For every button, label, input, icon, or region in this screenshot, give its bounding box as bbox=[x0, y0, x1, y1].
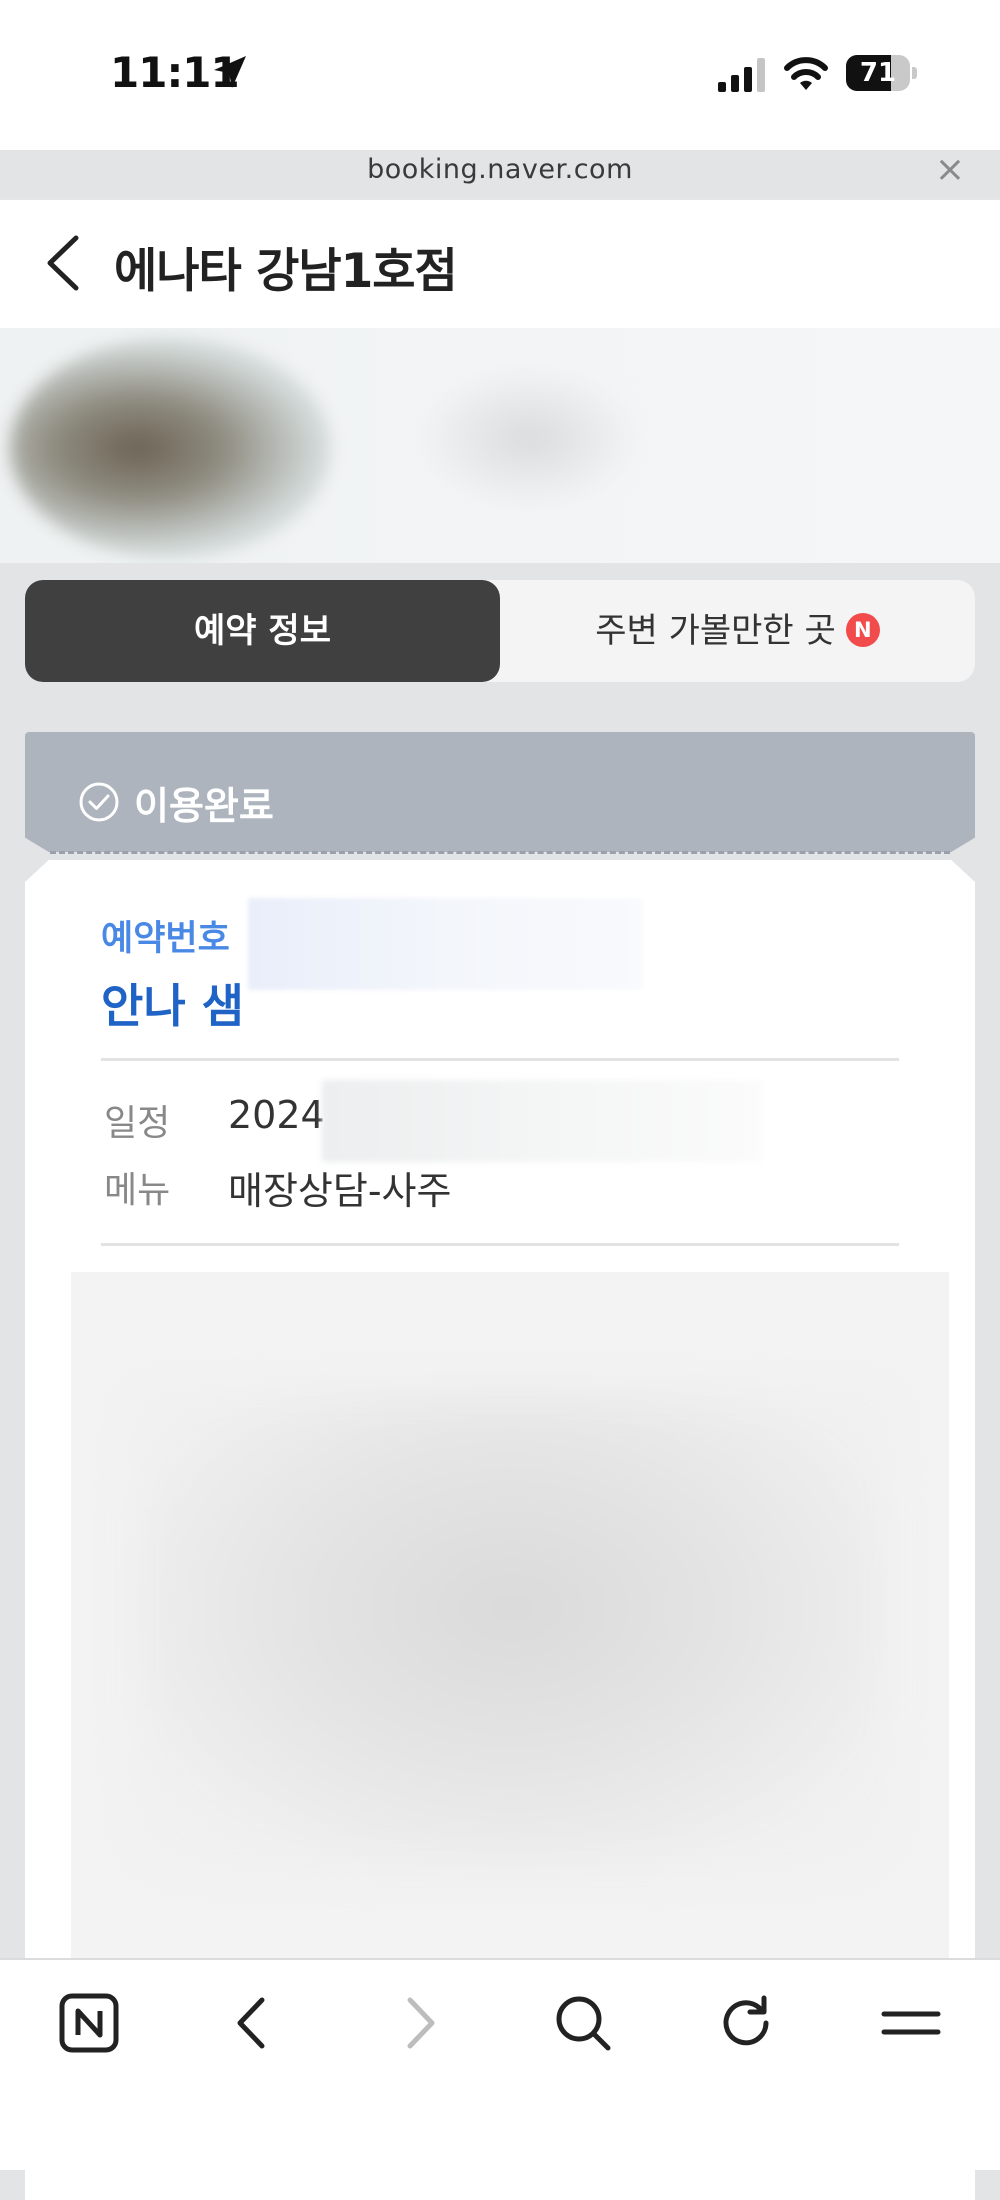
close-icon[interactable]: × bbox=[930, 150, 970, 190]
cellular-signal-icon bbox=[718, 58, 765, 92]
browser-toolbar bbox=[0, 1958, 1000, 2170]
schedule-redacted bbox=[322, 1080, 762, 1162]
naver-home-icon[interactable] bbox=[56, 1990, 122, 2056]
tab-nearby-places[interactable]: 주변 가볼만한 곳 N bbox=[500, 580, 975, 682]
schedule-label: 일정 bbox=[104, 1103, 171, 1144]
battery-level-text: 71 bbox=[859, 58, 897, 88]
menu-value: 매장상담-사주 bbox=[228, 1169, 452, 1213]
refresh-icon[interactable] bbox=[714, 1990, 780, 2056]
check-circle-icon bbox=[79, 782, 119, 822]
status-text: 이용완료 bbox=[134, 784, 274, 828]
wifi-icon bbox=[784, 57, 828, 90]
store-hero-image bbox=[0, 328, 1000, 563]
tab-nearby-label: 주변 가볼만한 곳 bbox=[595, 611, 836, 651]
customer-name: 안나 샘 bbox=[101, 979, 244, 1033]
battery-icon: 71 bbox=[846, 55, 918, 91]
blurred-content-image bbox=[71, 1272, 949, 1962]
menu-icon[interactable] bbox=[878, 1990, 944, 2056]
reservation-number-redacted bbox=[248, 898, 643, 990]
schedule-value: 2024 bbox=[228, 1093, 325, 1137]
location-arrow-icon bbox=[214, 56, 246, 88]
forward-arrow-icon[interactable] bbox=[386, 1990, 452, 2056]
tab-booking-info[interactable]: 예약 정보 bbox=[25, 580, 500, 682]
search-icon[interactable] bbox=[550, 1990, 616, 2056]
url-text[interactable]: booking.naver.com bbox=[0, 154, 1000, 185]
back-arrow-icon[interactable] bbox=[220, 1990, 286, 2056]
divider bbox=[101, 1058, 899, 1061]
divider bbox=[101, 1243, 899, 1246]
menu-label: 메뉴 bbox=[104, 1170, 171, 1211]
page-title: 에나타 강남1호점 bbox=[114, 244, 458, 299]
perforation-divider bbox=[50, 851, 950, 854]
back-button[interactable] bbox=[36, 228, 90, 298]
new-badge: N bbox=[845, 612, 880, 647]
reservation-number-label: 예약번호 bbox=[101, 919, 230, 959]
